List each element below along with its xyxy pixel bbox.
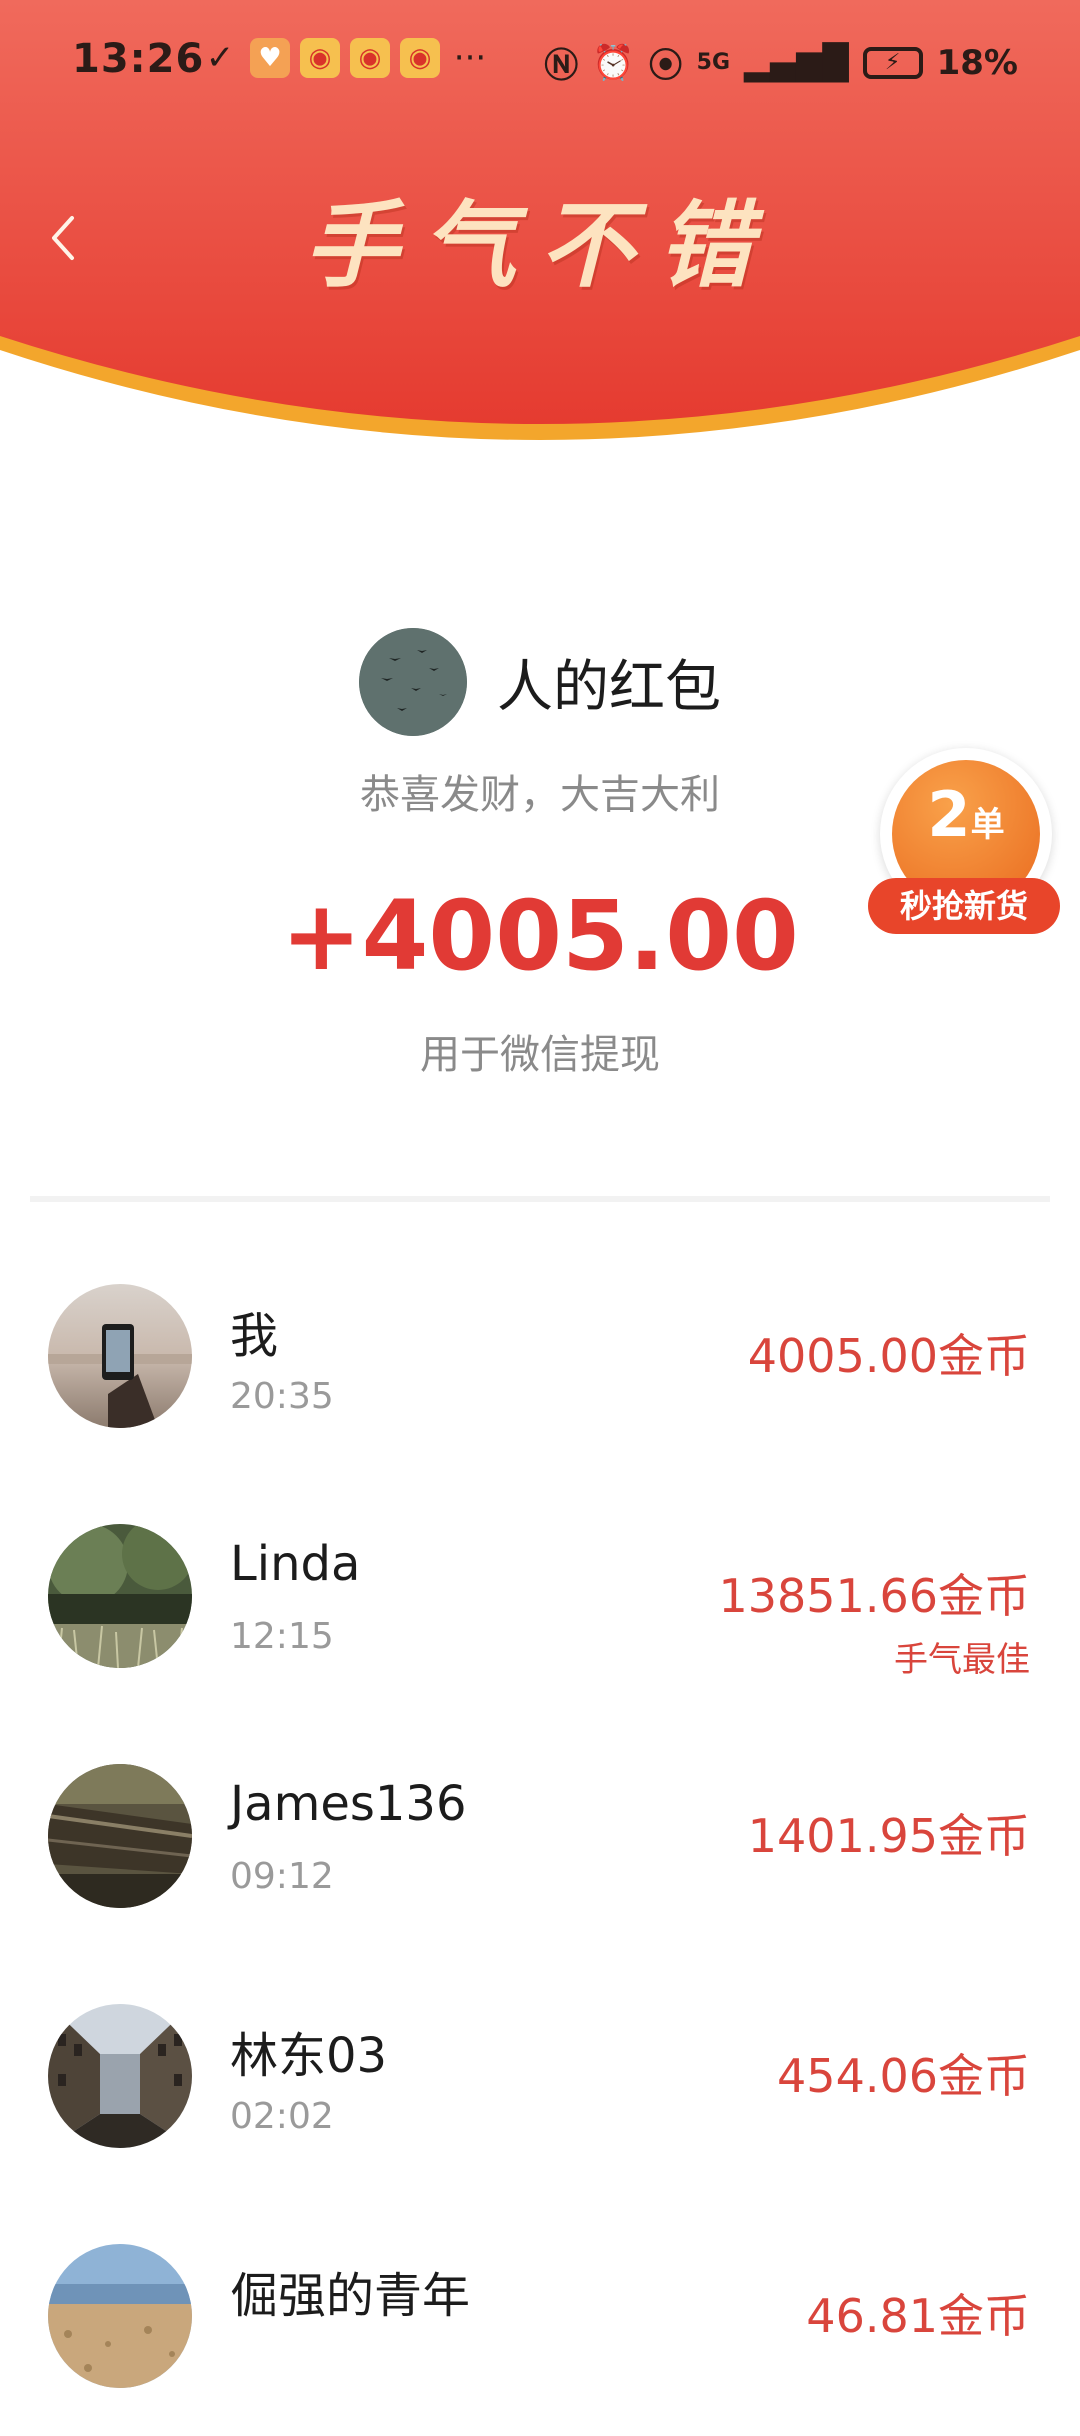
promo-badge[interactable]: 2单 秒抢新货 [868,748,1060,948]
list-item[interactable]: 林东03 02:02 454.06金币 [0,1956,1080,2196]
promo-count: 2单 [892,778,1040,851]
sender-info: 人的红包 [0,628,1080,736]
weibo-icon: ◉ [400,38,440,78]
weibo-icon: ◉ [300,38,340,78]
member-name: 倔强的青年 [230,2268,471,2324]
more-notifications-icon: ··· [453,38,487,78]
signal-icon: ▂▄▆█ [744,42,849,83]
battery-percent: 18% [936,42,1018,83]
weibo-icon: ◉ [350,38,390,78]
sender-name: 人的红包 [497,654,721,720]
promo-count-number: 2 [927,778,971,851]
list-item[interactable]: 倔强的青年 46.81金币 [0,2196,1080,2436]
street-photo-avatar-icon [48,2004,192,2148]
alarm-icon: ⏰ [592,42,635,83]
member-amount: 454.06金币 [777,2049,1030,2103]
member-amount: 4005.00金币 [747,1329,1030,1383]
member-time: 20:35 [230,1376,334,1417]
usage-link[interactable]: 用于微信提现 [0,1022,1080,1080]
member-time: 09:12 [230,1856,334,1897]
phone-photo-avatar-icon [48,1284,192,1428]
member-name: 我 [230,1308,279,1364]
app-notification-icon: ✓ [205,38,235,78]
promo-count-unit: 单 [970,805,1005,845]
network-type: 5G [696,49,731,75]
member-name: 林东03 [230,2028,388,2084]
promo-label: 秒抢新货 [868,878,1060,934]
avatar [48,1764,192,1908]
avatar [48,2244,192,2388]
record-list: 我 20:35 4005.00金币 Linda 12:15 13851.66金币… [0,1236,1080,2436]
log-photo-avatar-icon [48,1764,192,1908]
section-divider [30,1196,1050,1202]
member-amount: 1401.95金币 [747,1809,1030,1863]
member-time: 12:15 [230,1616,334,1657]
page-title: 手气不错 [303,192,776,301]
heart-app-icon: ♥ [250,38,290,78]
nfc-icon: Ⓝ [544,46,579,86]
birds-sky-avatar-icon [359,628,467,736]
member-time: 02:02 [230,2096,334,2137]
list-item[interactable]: James136 09:12 1401.95金币 [0,1716,1080,1956]
avatar [48,1284,192,1428]
avatar [48,2004,192,2148]
member-name: James136 [230,1776,467,1832]
notification-icons: ✓ ♥ ◉ ◉ ◉ ··· [200,38,490,78]
member-name: Linda [230,1536,361,1592]
system-icons: Ⓝ ⏰ ⦿ 5G ▂▄▆█ ⚡ 18% [544,38,1018,87]
grass-photo-avatar-icon [48,1524,192,1668]
status-time: 13:26 [72,36,205,82]
beach-photo-avatar-icon [48,2244,192,2388]
member-amount: 13851.66金币 [718,1569,1031,1623]
battery-icon: ⚡ [862,46,923,79]
avatar [48,1524,192,1668]
location-icon: ⦿ [648,46,683,86]
sender-avatar[interactable] [359,628,467,736]
list-item[interactable]: Linda 12:15 13851.66金币 手气最佳 [0,1476,1080,1716]
best-luck-tag: 手气最佳 [894,1640,1030,1680]
member-amount: 46.81金币 [806,2289,1030,2343]
list-item[interactable]: 我 20:35 4005.00金币 [0,1236,1080,1476]
status-bar: 13:26 ✓ ♥ ◉ ◉ ◉ ··· Ⓝ ⏰ ⦿ 5G ▂▄▆█ ⚡ 18% [0,0,1080,120]
